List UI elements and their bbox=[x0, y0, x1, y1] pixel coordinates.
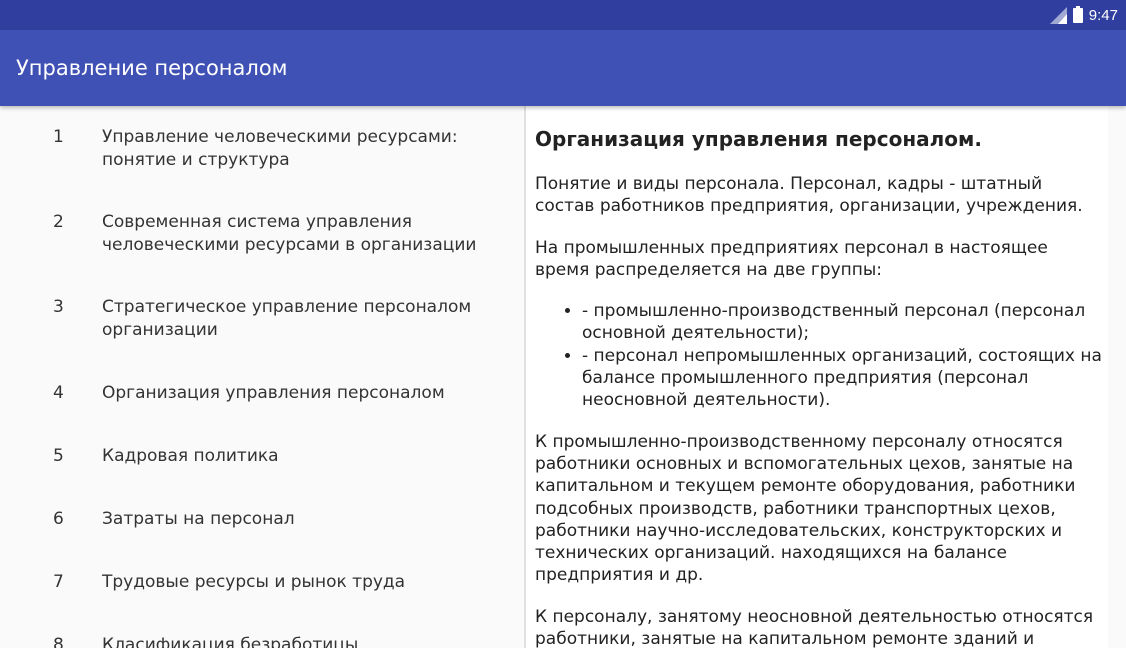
list-item-1[interactable]: 1 Управление человеческими ресурсами: по… bbox=[0, 126, 524, 192]
list-item-8[interactable]: 8 Класификация безработицы bbox=[0, 634, 524, 648]
status-icons: 9:47 bbox=[1049, 5, 1118, 24]
list-item-3[interactable]: 3 Стратегическое управление персоналом о… bbox=[0, 296, 524, 362]
detail-content: Организация управления персоналом. Понят… bbox=[535, 126, 1103, 648]
list-item-label: Класификация безработицы bbox=[102, 635, 359, 648]
list-item-label: Затраты на персонал bbox=[102, 509, 295, 529]
list-item-number: 7 bbox=[53, 572, 64, 592]
detail-paragraph: На промышленных предприятиях персонал в … bbox=[535, 237, 1048, 280]
list-item-label: Современная система управления человечес… bbox=[102, 212, 477, 255]
list-item-number: 1 bbox=[53, 127, 64, 147]
detail-pane[interactable]: Организация управления персоналом. Понят… bbox=[526, 106, 1108, 648]
bullet-item: - промышленно-производственный персонал … bbox=[582, 300, 1103, 345]
list-item-6[interactable]: 6 Затраты на персонал bbox=[0, 508, 524, 552]
list-item-label: Кадровая политика bbox=[102, 446, 279, 466]
bullet-item: - персонал непромышленных организаций, с… bbox=[582, 345, 1103, 412]
list-item-number: 5 bbox=[53, 446, 64, 466]
list-item-number: 8 bbox=[53, 635, 64, 648]
list-item-label: Трудовые ресурсы и рынок труда bbox=[102, 572, 406, 592]
battery-icon bbox=[1072, 5, 1083, 23]
list-item-number: 6 bbox=[53, 509, 64, 529]
app-title: Управление персоналом bbox=[16, 56, 288, 80]
topic-list: 1 Управление человеческими ресурсами: по… bbox=[0, 106, 524, 648]
signal-icon bbox=[1049, 6, 1067, 24]
list-item-label: Управление человеческими ресурсами: поня… bbox=[102, 127, 458, 170]
list-item-number: 4 bbox=[53, 383, 64, 403]
list-item-label: Стратегическое управление персоналом орг… bbox=[102, 297, 472, 340]
list-item-label: Организация управления персоналом bbox=[102, 383, 445, 403]
detail-paragraph: К персоналу, занятому неосновной деятель… bbox=[535, 606, 1094, 648]
status-bar: 9:47 bbox=[0, 0, 1126, 30]
status-clock: 9:47 bbox=[1088, 6, 1118, 24]
detail-paragraph: Понятие и виды персонала. Персонал, кадр… bbox=[535, 174, 1083, 217]
right-margin bbox=[1108, 106, 1126, 648]
list-item-number: 3 bbox=[53, 297, 64, 317]
app-bar: Управление персоналом bbox=[0, 30, 1126, 106]
detail-paragraph: К промышленно-производственному персонал… bbox=[535, 431, 1076, 586]
list-item-2[interactable]: 2 Современная система управления человеч… bbox=[0, 211, 524, 277]
detail-bullet-list: - промышленно-производственный персонал … bbox=[535, 300, 1103, 411]
detail-title: Организация управления персоналом. bbox=[535, 127, 982, 151]
list-item-number: 2 bbox=[53, 212, 64, 232]
list-item-4[interactable]: 4 Организация управления персоналом bbox=[0, 382, 524, 426]
list-item-7[interactable]: 7 Трудовые ресурсы и рынок труда bbox=[0, 571, 524, 615]
list-item-5[interactable]: 5 Кадровая политика bbox=[0, 445, 524, 489]
